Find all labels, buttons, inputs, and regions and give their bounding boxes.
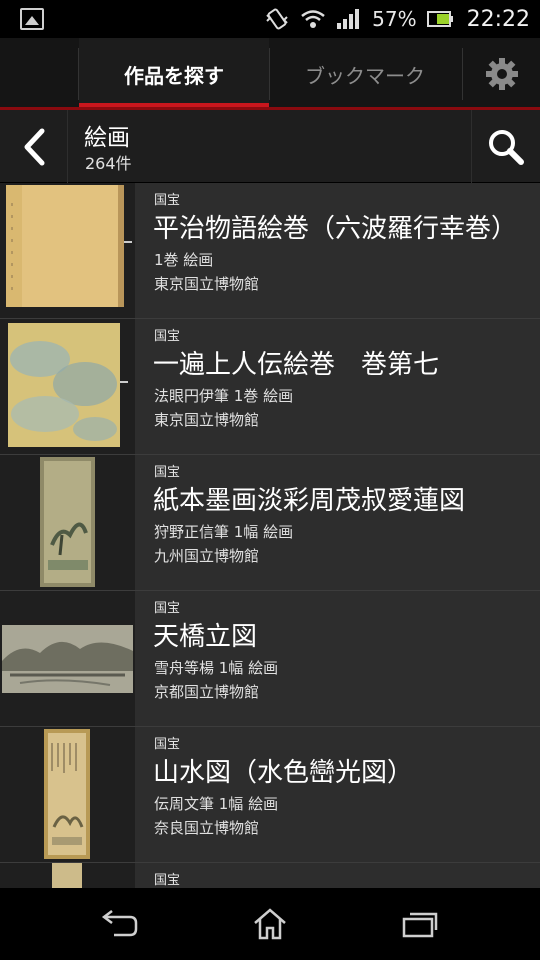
category-header: 絵画 264件 (0, 110, 540, 183)
wifi-icon (300, 7, 326, 31)
list-item[interactable]: 国宝 天橋立図 雪舟等楊 1幅 絵画 京都国立博物館 (0, 591, 540, 727)
nav-recents-button[interactable] (390, 902, 450, 946)
list-item[interactable]: 国宝 一遍上人伝絵巻 巻第七 法眼円伊筆 1巻 絵画 東京国立博物館 (0, 319, 540, 455)
artwork-meta: 狩野正信筆 1幅 絵画 (154, 523, 294, 541)
artwork-thumbnail (0, 319, 135, 454)
tab-search-works[interactable]: 作品を探す (79, 38, 269, 110)
signal-icon (336, 7, 362, 31)
vibrate-icon (264, 7, 290, 31)
list-item[interactable]: 国宝 (0, 863, 540, 888)
system-nav-bar (0, 888, 540, 960)
artwork-thumbnail (0, 455, 135, 590)
battery-icon (426, 7, 453, 31)
artwork-thumbnail (0, 591, 135, 726)
chevron-left-icon (24, 128, 44, 165)
artwork-meta: 雪舟等楊 1幅 絵画 (154, 659, 279, 677)
nav-home-button[interactable] (240, 902, 300, 946)
designation-badge: 国宝 (154, 873, 181, 888)
gallery-icon (20, 8, 44, 30)
list-item[interactable]: 国宝 紙本墨画淡彩周茂叔愛蓮図 狩野正信筆 1幅 絵画 九州国立博物館 (0, 455, 540, 591)
result-count: 264件 (85, 154, 132, 173)
nav-back-button[interactable] (90, 902, 150, 946)
artwork-thumbnail (0, 727, 135, 862)
status-bar: 57% 22:22 (0, 0, 540, 38)
search-button[interactable] (471, 110, 540, 183)
list-item[interactable]: 国宝 山水図（水色巒光図） 伝周文筆 1幅 絵画 奈良国立博物館 (0, 727, 540, 863)
page-title: 絵画 (84, 125, 130, 151)
artwork-title: 一遍上人伝絵巻 巻第七 (153, 350, 440, 380)
list-item[interactable]: 国宝 平治物語絵巻（六波羅行幸巻） 1巻 絵画 東京国立博物館 (0, 183, 540, 319)
search-icon (489, 129, 524, 165)
artwork-title: 紙本墨画淡彩周茂叔愛蓮図 (153, 486, 466, 516)
artwork-title: 山水図（水色巒光図） (153, 758, 414, 788)
designation-badge: 国宝 (154, 737, 181, 752)
artwork-title: 天橋立図 (153, 622, 258, 652)
home-icon (254, 908, 286, 940)
tab-bar: 作品を探す ブックマーク (0, 38, 540, 110)
tab-label: ブックマーク (305, 63, 425, 88)
clock: 22:22 (466, 6, 530, 32)
designation-badge: 国宝 (154, 465, 181, 480)
tab-label: 作品を探す (124, 63, 224, 88)
gear-icon (485, 58, 518, 90)
designation-badge: 国宝 (154, 329, 181, 344)
artwork-museum: 東京国立博物館 (154, 275, 260, 293)
artwork-meta: 伝周文筆 1幅 絵画 (154, 795, 279, 813)
back-button[interactable] (0, 110, 68, 183)
settings-button[interactable] (463, 38, 540, 110)
artwork-meta: 法眼円伊筆 1巻 絵画 (154, 387, 294, 405)
designation-badge: 国宝 (154, 193, 181, 208)
artwork-meta: 1巻 絵画 (154, 251, 214, 269)
tab-bookmark[interactable]: ブックマーク (270, 38, 460, 110)
artwork-museum: 東京国立博物館 (154, 411, 260, 429)
designation-badge: 国宝 (154, 601, 181, 616)
back-arrow-icon (101, 910, 138, 937)
artwork-museum: 奈良国立博物館 (154, 819, 260, 837)
recent-apps-icon (402, 912, 438, 938)
artwork-thumbnail (0, 183, 135, 318)
artwork-thumbnail (0, 863, 135, 888)
artwork-museum: 九州国立博物館 (154, 547, 260, 565)
battery-percent: 57% (372, 7, 417, 31)
artwork-list: 国宝 平治物語絵巻（六波羅行幸巻） 1巻 絵画 東京国立博物館 国宝 一遍上人伝… (0, 183, 540, 888)
artwork-museum: 京都国立博物館 (154, 683, 260, 701)
artwork-title: 平治物語絵巻（六波羅行幸巻） (153, 214, 518, 244)
